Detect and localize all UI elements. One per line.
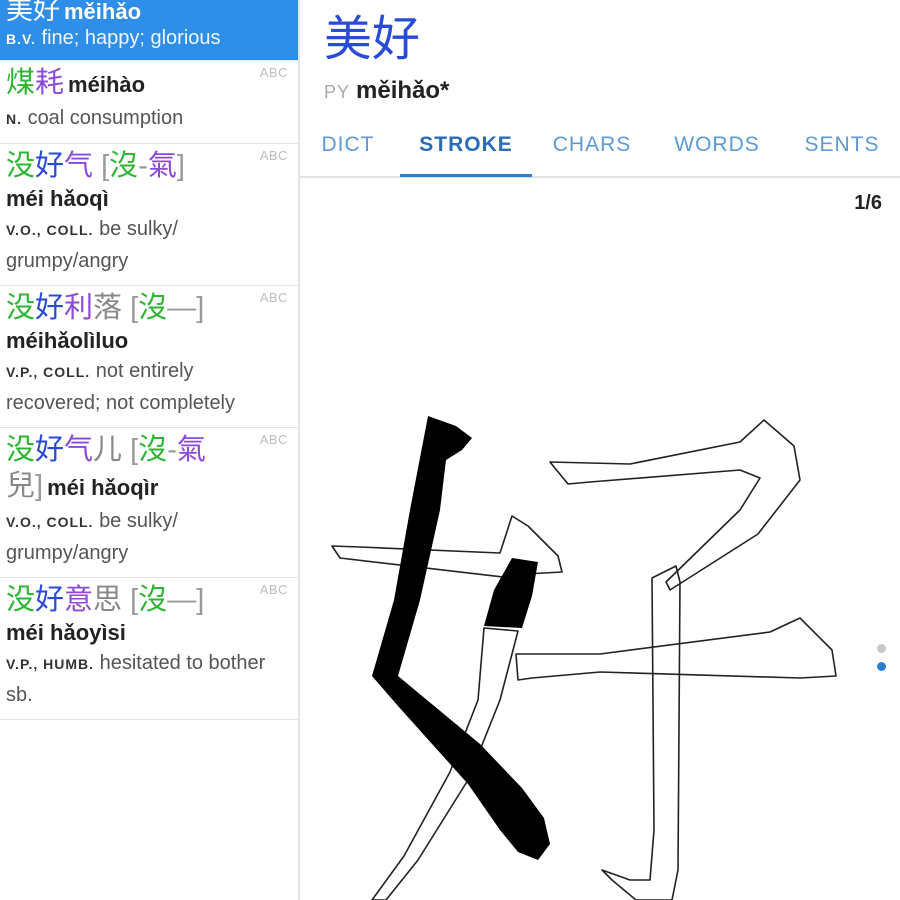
detail-pinyin-row: PY měihǎo* bbox=[324, 76, 449, 109]
entry-definition: V.P., HUMB. hesitated to bother sb. bbox=[6, 648, 290, 711]
headword-segment: 没 bbox=[6, 584, 36, 616]
page-dot-2[interactable] bbox=[877, 662, 886, 671]
headword-segment: 好 bbox=[35, 434, 65, 466]
headword-segment: [ bbox=[122, 584, 139, 616]
headword-segment: 兒 bbox=[6, 470, 36, 502]
pinyin-label: PY bbox=[324, 82, 351, 102]
headword-segment: — bbox=[167, 292, 197, 324]
part-of-speech: N. bbox=[6, 111, 22, 127]
stroke-outline-5 bbox=[601, 565, 681, 900]
headword-segment: - bbox=[138, 150, 148, 182]
result-entry[interactable]: ABC 没好意思 [沒—] méi hǎoyìsi V.P., HUMB. hesit… bbox=[0, 578, 298, 720]
headword-segment: 落 bbox=[93, 292, 123, 324]
headword-segment: 思 bbox=[93, 584, 123, 616]
entry-headword: 美好 měihǎo bbox=[6, 0, 290, 26]
detail-headword: 美好 bbox=[324, 13, 421, 66]
entry-headword: 没好利落 [沒—] bbox=[6, 290, 290, 326]
headword-segment: 氣 bbox=[176, 434, 206, 466]
stroke-animation-area[interactable] bbox=[300, 180, 900, 900]
stroke-done-1 bbox=[372, 416, 550, 860]
entry-definition: N. coal consumption bbox=[6, 103, 290, 135]
headword-segment: ] bbox=[196, 292, 205, 324]
stroke-outline-4 bbox=[549, 419, 801, 591]
tab-chars[interactable]: CHARS bbox=[550, 124, 634, 174]
tab-sents[interactable]: SENTS bbox=[802, 124, 882, 174]
headword-segment: 好 bbox=[35, 584, 65, 616]
headword-segment: [ bbox=[122, 292, 139, 324]
headword-segment: 没 bbox=[6, 434, 36, 466]
source-badge: ABC bbox=[259, 290, 288, 305]
headword-segment: 沒 bbox=[109, 150, 139, 182]
headword-segment: — bbox=[167, 584, 197, 616]
part-of-speech: B.V. bbox=[6, 31, 36, 47]
definition-text: coal consumption bbox=[27, 107, 184, 129]
entry-definition: V.O., COLL. be sulky/ grumpy/angry bbox=[6, 506, 290, 569]
entry-pinyin: méihào bbox=[68, 72, 146, 97]
stroke-order-diagram[interactable] bbox=[300, 180, 900, 900]
headword-segment: 好 bbox=[35, 292, 65, 324]
source-badge: ABC bbox=[260, 0, 288, 3]
entry-pinyin: méi hǎoqì bbox=[6, 186, 109, 211]
part-of-speech: V.O., COLL. bbox=[6, 514, 94, 530]
headword-segment: ] bbox=[176, 150, 185, 182]
detail-tab-bar: DICT STROKE CHARS WORDS SENTS bbox=[300, 124, 900, 178]
headword-segment: 没 bbox=[6, 292, 36, 324]
entry-definition: B.V. fine; happy; glorious bbox=[6, 26, 290, 51]
entry-headword: 煤耗 méihào bbox=[6, 65, 290, 103]
entry-headword: 没好气儿 [沒-氣 兒] méi hǎoqìr bbox=[6, 432, 290, 506]
entry-pinyin: méi hǎoqìr bbox=[47, 475, 159, 500]
tab-words[interactable]: WORDS bbox=[672, 124, 762, 174]
tab-stroke[interactable]: STROKE bbox=[400, 124, 532, 177]
entry-definition: V.O., COLL. be sulky/ grumpy/angry bbox=[6, 214, 290, 277]
headword-segment: 没 bbox=[6, 150, 36, 182]
result-entry[interactable]: ABC 没好利落 [沒—] méihǎolìluo V.P., COLL. not e… bbox=[0, 286, 298, 428]
headword-segment: 沒 bbox=[138, 434, 168, 466]
source-badge: ABC bbox=[259, 148, 288, 163]
headword-segment: [ bbox=[93, 150, 110, 182]
source-badge: ABC bbox=[259, 432, 288, 447]
headword-segment: [ bbox=[122, 434, 139, 466]
entry-pinyin: méihǎolìluo bbox=[6, 328, 129, 353]
headword-segment: 沒 bbox=[138, 584, 168, 616]
headword-segment: 沒 bbox=[138, 292, 168, 324]
headword-segment: 煤 bbox=[6, 67, 36, 99]
entry-headword: 没好气 [沒-氣] bbox=[6, 148, 290, 184]
entry-pinyin: měihǎo bbox=[64, 0, 142, 24]
headword-segment: 美好 bbox=[6, 0, 60, 25]
headword-segment: 气 bbox=[64, 434, 94, 466]
stroke-outline-6 bbox=[515, 617, 837, 681]
result-entry[interactable]: ABC美好měihǎoB.V. fine; happy; glorious bbox=[0, 0, 298, 61]
headword-segment: ] bbox=[35, 470, 44, 502]
headword-segment: 氣 bbox=[147, 150, 177, 182]
part-of-speech: V.O., COLL. bbox=[6, 222, 94, 238]
entry-headword: 没好意思 [沒—] bbox=[6, 582, 290, 618]
headword-segment: 耗 bbox=[35, 67, 65, 99]
definition-text: fine; happy; glorious bbox=[41, 27, 221, 49]
headword-segment: 儿 bbox=[93, 434, 123, 466]
tab-dict[interactable]: DICT bbox=[316, 124, 380, 174]
detail-pane: 美好 PY měihǎo* DICT STROKE CHARS WORDS SEN… bbox=[300, 0, 900, 900]
page-dot-1[interactable] bbox=[877, 644, 886, 653]
result-entry[interactable]: ABC 煤耗 méihào N. coal consumption bbox=[0, 61, 298, 144]
part-of-speech: V.P., COLL. bbox=[6, 364, 91, 380]
headword-segment: ] bbox=[196, 584, 205, 616]
source-badge: ABC bbox=[259, 65, 288, 80]
detail-pinyin[interactable]: měihǎo* bbox=[356, 77, 449, 104]
headword-segment: 好 bbox=[35, 150, 65, 182]
entry-definition: V.P., COLL. not entirely recovered; not … bbox=[6, 356, 290, 419]
stroke-current-2 bbox=[484, 558, 538, 628]
headword-segment: 意 bbox=[64, 584, 94, 616]
headword-segment: 利 bbox=[64, 292, 94, 324]
results-list: ABC美好měihǎoB.V. fine; happy; gloriousABC… bbox=[0, 0, 300, 900]
part-of-speech: V.P., HUMB. bbox=[6, 656, 95, 672]
headword-segment: - bbox=[167, 434, 177, 466]
source-badge: ABC bbox=[259, 582, 288, 597]
headword-segment: 气 bbox=[64, 150, 94, 182]
result-entry[interactable]: ABC 没好气 [沒-氣] méi hǎoqì V.O., COLL. be sulk… bbox=[0, 144, 298, 286]
entry-pinyin: méi hǎoyìsi bbox=[6, 620, 126, 645]
result-entry[interactable]: ABC 没好气儿 [沒-氣 兒] méi hǎoqìr V.O., COLL. be … bbox=[0, 428, 298, 578]
